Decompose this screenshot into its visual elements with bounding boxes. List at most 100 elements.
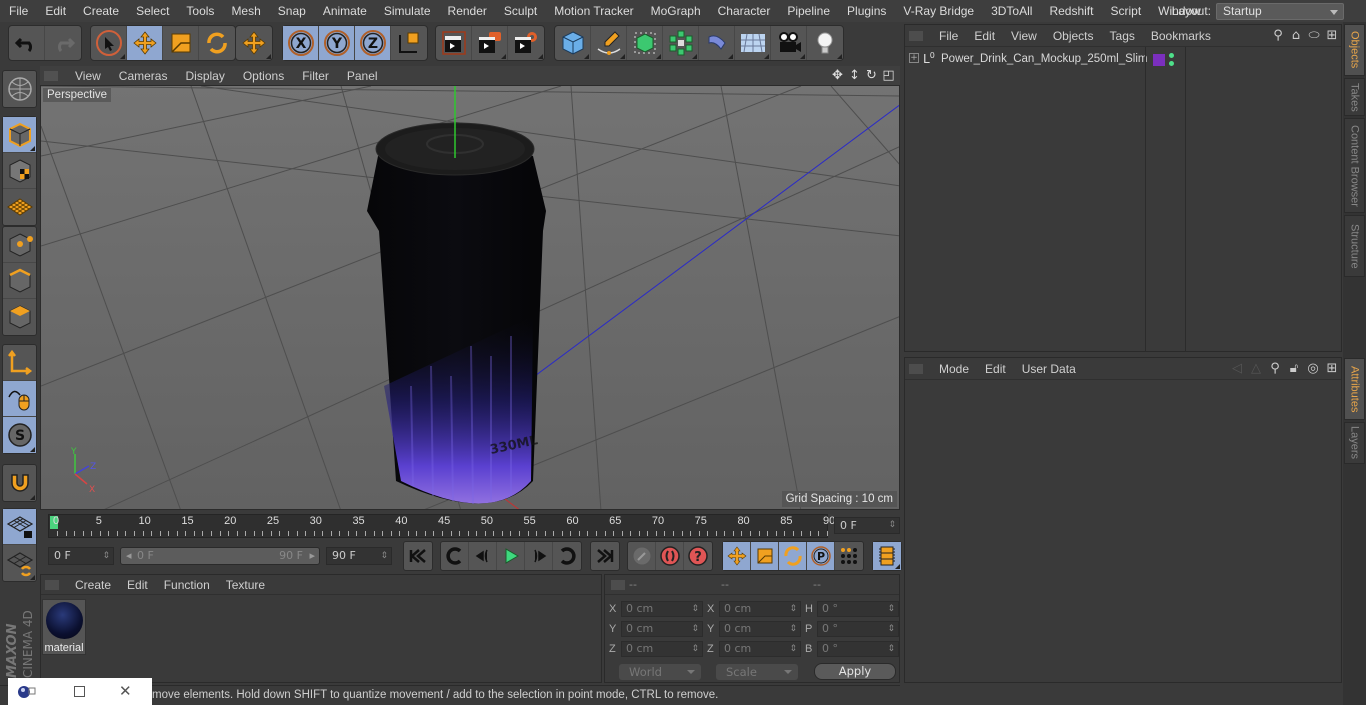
menu-mograph[interactable]: MoGraph: [642, 0, 709, 22]
material-menu-edit[interactable]: Edit: [119, 578, 156, 592]
new-panel-icon[interactable]: ⊞: [1325, 361, 1339, 376]
rot-h-field[interactable]: 0 °: [817, 601, 899, 617]
axis-mode-button[interactable]: [3, 345, 36, 381]
render-settings-button[interactable]: [508, 26, 544, 60]
pen-button[interactable]: [591, 26, 627, 60]
obj-menu-bookmarks[interactable]: Bookmarks: [1143, 29, 1219, 43]
end-frame-field[interactable]: 90 F: [326, 547, 392, 565]
material-tag-icon[interactable]: [1153, 54, 1165, 66]
menu-3dtoall[interactable]: 3DToAll: [982, 0, 1040, 22]
start-frame-field[interactable]: 0 F: [48, 547, 114, 565]
move-button[interactable]: [127, 26, 163, 60]
record-active-objects-button[interactable]: [628, 542, 656, 570]
obj-menu-file[interactable]: File: [931, 29, 966, 43]
material-menu-function[interactable]: Function: [156, 578, 218, 592]
viewport-menu-filter[interactable]: Filter: [293, 69, 338, 83]
transform-mode-dropdown[interactable]: Scale: [716, 664, 798, 680]
light-button[interactable]: [807, 26, 843, 60]
tab-objects[interactable]: Objects: [1344, 24, 1365, 76]
solo-mode-button[interactable]: S: [3, 417, 36, 453]
menu-redshift[interactable]: Redshift: [1040, 0, 1101, 22]
key-position-button[interactable]: [723, 542, 751, 570]
menu-simulate[interactable]: Simulate: [375, 0, 439, 22]
attr-menu-edit[interactable]: Edit: [977, 362, 1014, 376]
back-arrow-icon[interactable]: ◁: [1230, 361, 1244, 376]
scale-button[interactable]: [163, 26, 199, 60]
edges-mode-button[interactable]: [3, 263, 36, 299]
coordinate-system-button[interactable]: [391, 26, 427, 60]
z-axis-button[interactable]: Z: [355, 26, 391, 60]
make-editable-button[interactable]: [3, 71, 36, 107]
object-name[interactable]: Power_Drink_Can_Mockup_250ml_Slim: [941, 53, 1147, 65]
menu-select[interactable]: Select: [127, 0, 177, 22]
timeline-window-button[interactable]: [873, 542, 901, 570]
prev-keyframe-button[interactable]: [441, 542, 469, 570]
model-mode-button[interactable]: [3, 117, 36, 153]
snap-button[interactable]: [3, 465, 36, 501]
layout-dropdown[interactable]: Startup: [1216, 2, 1344, 20]
prev-frame-button[interactable]: [469, 542, 497, 570]
search-icon[interactable]: ⚲: [1268, 361, 1282, 376]
render-visibility-dot[interactable]: [1169, 61, 1174, 66]
y-axis-button[interactable]: Y: [319, 26, 355, 60]
object-row[interactable]: + L0 Power_Drink_Can_Mockup_250ml_Slim: [905, 49, 1341, 71]
power-drink-can[interactable]: 330ML: [367, 122, 546, 505]
x-axis-button[interactable]: X: [283, 26, 319, 60]
viewport-menu-panel[interactable]: Panel: [338, 69, 387, 83]
coordinate-space-dropdown[interactable]: World: [619, 664, 701, 680]
maximize-button[interactable]: [74, 686, 85, 697]
cube-button[interactable]: [555, 26, 591, 60]
viewport-menu-display[interactable]: Display: [176, 69, 233, 83]
points-mode-button[interactable]: [3, 227, 36, 263]
viewport-menu-view[interactable]: View: [66, 69, 110, 83]
timeline-ruler[interactable]: 0 5 10 15 20 25 30 35 40 45 50 55 60 65 70 75 80 85 90: [48, 514, 835, 538]
obj-menu-view[interactable]: View: [1003, 29, 1045, 43]
home-icon[interactable]: ⌂: [1289, 28, 1303, 43]
eye-icon[interactable]: ⬭: [1307, 28, 1321, 43]
menu-vray-bridge[interactable]: V-Ray Bridge: [894, 0, 982, 22]
tab-structure[interactable]: Structure: [1344, 215, 1365, 277]
attr-menu-user-data[interactable]: User Data: [1014, 362, 1084, 376]
size-y-field[interactable]: 0 cm: [719, 621, 801, 637]
search-icon[interactable]: ⚲: [1271, 28, 1285, 43]
viewport-menu-options[interactable]: Options: [234, 69, 293, 83]
expand-icon[interactable]: +: [909, 53, 919, 63]
pos-y-field[interactable]: 0 cm: [621, 621, 703, 637]
size-z-field[interactable]: 0 cm: [719, 641, 801, 657]
panel-grip[interactable]: [909, 30, 923, 41]
panel-grip[interactable]: [44, 70, 58, 81]
camera-button[interactable]: [771, 26, 807, 60]
menu-pipeline[interactable]: Pipeline: [778, 0, 838, 22]
polygons-mode-button[interactable]: [3, 299, 36, 335]
current-frame-field[interactable]: 0 F: [834, 517, 900, 534]
locked-workplane-button[interactable]: [3, 509, 36, 545]
render-view-button[interactable]: [436, 26, 472, 60]
frame-range-slider[interactable]: ◂ 0 F 90 F ▸: [120, 547, 320, 565]
goto-end-button[interactable]: [591, 542, 619, 570]
viewport-perspective[interactable]: 330ML Y Z X Perspective Grid Spacing : 1…: [40, 85, 900, 510]
pos-z-field[interactable]: 0 cm: [621, 641, 703, 657]
redo-button[interactable]: [45, 26, 81, 60]
next-frame-button[interactable]: [525, 542, 553, 570]
zoom-view-icon[interactable]: ↕: [847, 68, 862, 83]
viewport-menu-cameras[interactable]: Cameras: [110, 69, 177, 83]
menu-edit[interactable]: Edit: [36, 0, 74, 22]
tab-content-browser[interactable]: Content Browser: [1344, 118, 1365, 213]
menu-create[interactable]: Create: [74, 0, 127, 22]
apply-button[interactable]: Apply: [814, 663, 896, 680]
key-rotation-button[interactable]: [779, 542, 807, 570]
recent-tool-button[interactable]: [236, 26, 272, 60]
live-selection-button[interactable]: [91, 26, 127, 60]
rot-p-field[interactable]: 0 °: [817, 621, 899, 637]
material-menu-texture[interactable]: Texture: [218, 578, 273, 592]
menu-script[interactable]: Script: [1101, 0, 1149, 22]
toggle-layout-icon[interactable]: ◰: [881, 68, 896, 83]
obj-menu-objects[interactable]: Objects: [1045, 29, 1102, 43]
menu-render[interactable]: Render: [439, 0, 495, 22]
tab-attributes[interactable]: Attributes: [1344, 358, 1365, 420]
render-picture-viewer-button[interactable]: [472, 26, 508, 60]
cloner-button[interactable]: [663, 26, 699, 60]
texture-mode-button[interactable]: [3, 153, 36, 189]
size-x-field[interactable]: 0 cm: [719, 601, 801, 617]
lock-icon[interactable]: 🔓︎: [1287, 361, 1301, 376]
